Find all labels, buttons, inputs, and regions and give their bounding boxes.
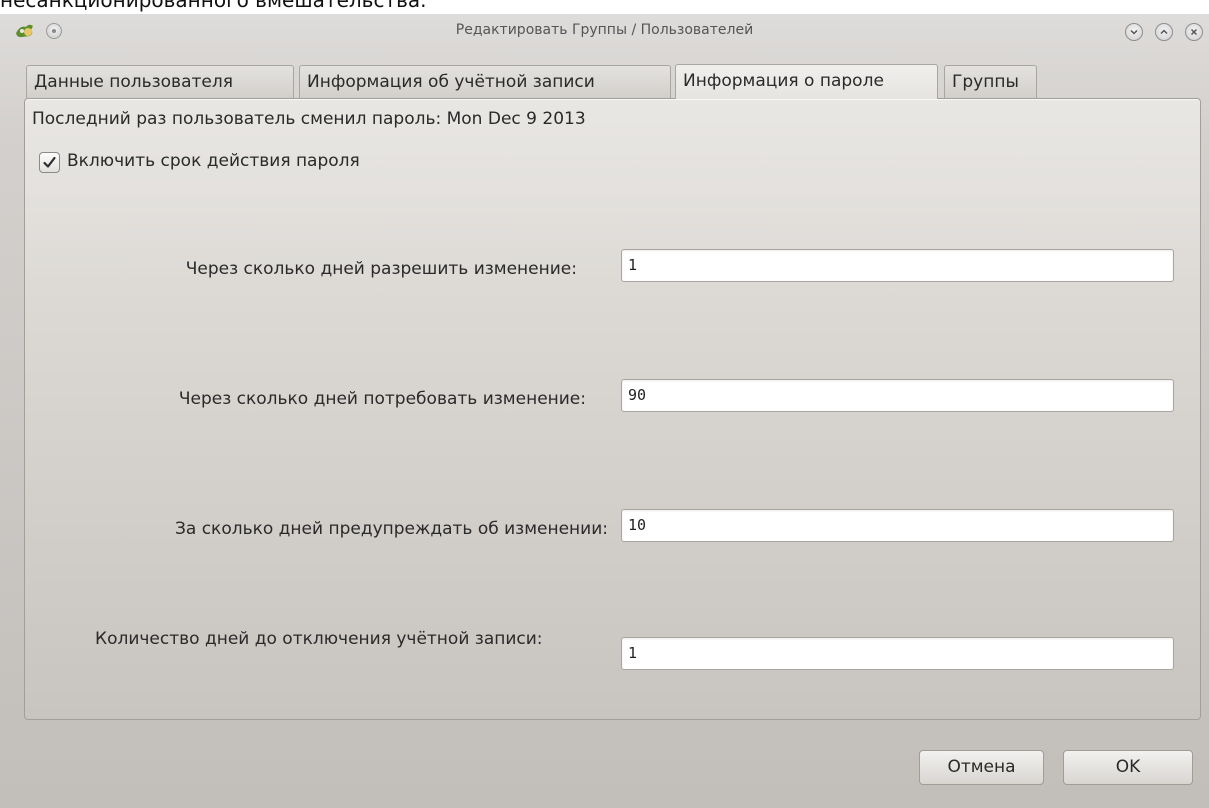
inactive-days-label: Количество дней до отключения учётной за… (95, 629, 543, 649)
close-icon[interactable] (1185, 23, 1203, 41)
window-title: Редактировать Группы / Пользователей (455, 22, 754, 38)
password-expiry-checkbox[interactable] (39, 152, 60, 173)
edit-user-dialog: Редактировать Группы / Пользователей Дан… (0, 14, 1209, 808)
warn-days-label: За сколько дней предупреждать об изменен… (174, 519, 608, 539)
warn-days-input[interactable]: 10 (621, 509, 1174, 542)
inactive-days-input[interactable]: 1 (621, 637, 1174, 670)
minimize-icon[interactable] (1125, 23, 1143, 41)
min-days-input[interactable]: 1 (621, 249, 1174, 282)
password-expiry-label: Включить срок действия пароля (67, 151, 360, 171)
tab-groups[interactable]: Группы (944, 65, 1037, 98)
password-info-panel: Последний раз пользователь сменил пароль… (24, 98, 1201, 720)
max-days-label: Через сколько дней потребовать изменение… (178, 389, 586, 409)
last-password-change-text: Последний раз пользователь сменил пароль… (32, 109, 586, 129)
tab-user-data[interactable]: Данные пользователя (26, 65, 294, 98)
min-days-label: Через сколько дней разрешить изменение: (185, 259, 577, 279)
maximize-icon[interactable] (1155, 23, 1173, 41)
background-text-strip: несанкционированного вмешательства. (0, 0, 1209, 14)
tab-password-info[interactable]: Информация о пароле (675, 64, 938, 99)
ok-button[interactable]: OK (1063, 750, 1193, 785)
background-caption: несанкционированного вмешательства. (0, 0, 427, 12)
tab-account-info[interactable]: Информация об учётной записи (299, 65, 671, 98)
max-days-input[interactable]: 90 (621, 379, 1174, 412)
title-bar: Редактировать Группы / Пользователей (0, 14, 1209, 54)
cancel-button[interactable]: Отмена (919, 750, 1044, 785)
